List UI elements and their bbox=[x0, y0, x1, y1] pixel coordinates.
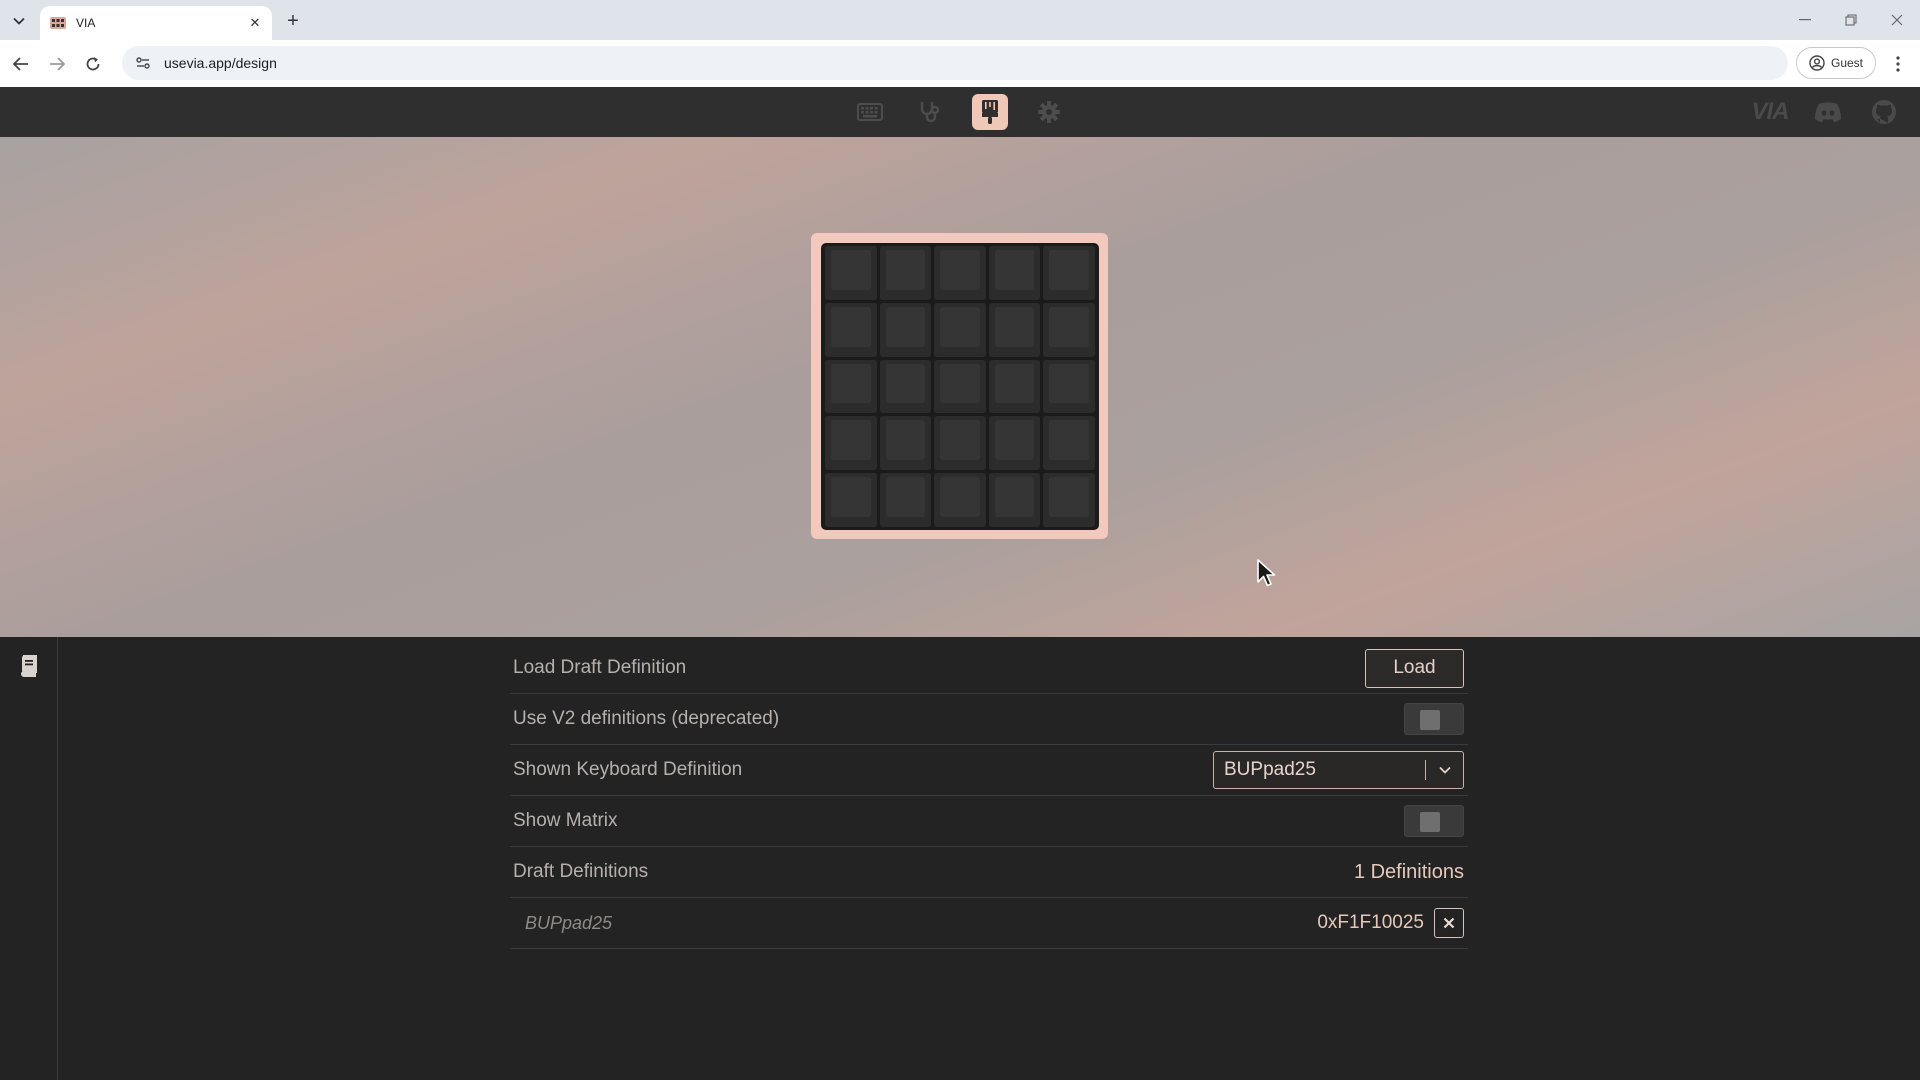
keycap[interactable] bbox=[825, 302, 877, 357]
keycap[interactable] bbox=[988, 359, 1041, 414]
show-matrix-row: Show Matrix bbox=[510, 796, 1468, 847]
close-icon bbox=[1443, 917, 1455, 929]
stethoscope-icon[interactable] bbox=[912, 94, 948, 130]
keycap[interactable] bbox=[988, 246, 1041, 300]
keycap[interactable] bbox=[825, 246, 877, 300]
via-logo[interactable]: VIA bbox=[1748, 97, 1792, 127]
delete-definition-button[interactable] bbox=[1434, 908, 1464, 938]
keycap[interactable] bbox=[825, 416, 877, 471]
key-grid bbox=[821, 243, 1099, 530]
restore-icon[interactable] bbox=[1838, 8, 1864, 32]
close-window-icon[interactable] bbox=[1884, 8, 1910, 32]
paintbrush-icon[interactable] bbox=[972, 94, 1008, 130]
keycap[interactable] bbox=[879, 359, 932, 414]
browser-tab-bar: VIA ✕ + bbox=[0, 0, 1920, 40]
minimize-icon[interactable] bbox=[1792, 8, 1818, 32]
forward-icon[interactable] bbox=[44, 51, 70, 77]
use-v2-row: Use V2 definitions (deprecated) bbox=[510, 694, 1468, 745]
keycap[interactable] bbox=[879, 473, 932, 527]
keycap[interactable] bbox=[934, 416, 986, 471]
browser-toolbar: usevia.app/design Guest bbox=[0, 40, 1920, 87]
chevron-down-icon[interactable] bbox=[1426, 766, 1463, 774]
design-panel: Load Draft Definition Load Use V2 defini… bbox=[0, 637, 1920, 1080]
keycap[interactable] bbox=[825, 473, 877, 527]
draft-definitions-row: Draft Definitions 1 Definitions bbox=[510, 847, 1468, 898]
browser-tab[interactable]: VIA ✕ bbox=[40, 6, 272, 40]
keyboard-preview-stage bbox=[0, 137, 1920, 637]
use-v2-label: Use V2 definitions (deprecated) bbox=[513, 708, 780, 729]
side-menu bbox=[0, 637, 58, 1080]
load-draft-label: Load Draft Definition bbox=[513, 657, 687, 678]
site-info-icon[interactable] bbox=[132, 52, 154, 74]
keycap[interactable] bbox=[934, 246, 986, 300]
keycap[interactable] bbox=[1043, 416, 1095, 471]
address-bar[interactable]: usevia.app/design bbox=[122, 46, 1788, 80]
definition-item: BUPpad25 0xF1F10025 bbox=[510, 898, 1468, 949]
keycap[interactable] bbox=[1043, 246, 1095, 300]
keycap[interactable] bbox=[988, 302, 1041, 357]
gear-icon[interactable] bbox=[1031, 94, 1067, 130]
shown-definition-label: Shown Keyboard Definition bbox=[513, 759, 743, 780]
keycap[interactable] bbox=[934, 302, 986, 357]
keycap[interactable] bbox=[934, 473, 986, 527]
keycap[interactable] bbox=[1043, 302, 1095, 357]
github-icon[interactable] bbox=[1868, 97, 1900, 127]
shown-definition-select[interactable]: BUPpad25 bbox=[1213, 751, 1464, 789]
keycap[interactable] bbox=[879, 302, 932, 357]
profile-icon bbox=[1809, 55, 1825, 71]
use-v2-toggle[interactable] bbox=[1404, 703, 1464, 735]
profile-button[interactable]: Guest bbox=[1796, 47, 1876, 79]
new-tab-button[interactable]: + bbox=[280, 8, 306, 34]
keyboard-preview bbox=[811, 233, 1108, 539]
shown-definition-row: Shown Keyboard Definition BUPpad25 bbox=[510, 745, 1468, 796]
profile-label: Guest bbox=[1830, 56, 1863, 70]
keycap[interactable] bbox=[1043, 359, 1095, 414]
url-text: usevia.app/design bbox=[164, 55, 277, 71]
load-button[interactable]: Load bbox=[1365, 648, 1464, 688]
shown-definition-value: BUPpad25 bbox=[1224, 759, 1316, 780]
browser-menu-icon[interactable] bbox=[1886, 51, 1910, 77]
reload-icon[interactable] bbox=[80, 51, 106, 77]
keycap[interactable] bbox=[988, 473, 1041, 527]
show-matrix-label: Show Matrix bbox=[513, 810, 618, 831]
tab-close-icon[interactable]: ✕ bbox=[246, 14, 264, 32]
keyboard-icon[interactable] bbox=[852, 94, 888, 130]
keycap[interactable] bbox=[879, 246, 932, 300]
keycap[interactable] bbox=[1043, 473, 1095, 527]
definition-vendor-product-id: 0xF1F10025 bbox=[1317, 912, 1424, 933]
keycap[interactable] bbox=[825, 359, 877, 414]
tab-search-dropdown-icon[interactable] bbox=[6, 8, 32, 34]
keycap[interactable] bbox=[934, 359, 986, 414]
tab-title: VIA bbox=[76, 16, 96, 30]
discord-icon[interactable] bbox=[1812, 97, 1844, 127]
back-icon[interactable] bbox=[8, 51, 34, 77]
keycap[interactable] bbox=[988, 416, 1041, 471]
keycap[interactable] bbox=[879, 416, 932, 471]
draft-definitions-label: Draft Definitions bbox=[513, 861, 649, 882]
settings-list: Load Draft Definition Load Use V2 defini… bbox=[510, 643, 1468, 949]
definition-name: BUPpad25 bbox=[525, 912, 613, 933]
definitions-count: 1 Definitions bbox=[1353, 860, 1464, 883]
mouse-cursor-icon bbox=[1257, 559, 1276, 587]
book-icon[interactable] bbox=[18, 654, 40, 678]
show-matrix-toggle[interactable] bbox=[1404, 805, 1464, 837]
load-draft-row: Load Draft Definition Load bbox=[510, 643, 1468, 694]
via-favicon-icon bbox=[50, 17, 66, 29]
app-header: VIA bbox=[0, 87, 1920, 137]
